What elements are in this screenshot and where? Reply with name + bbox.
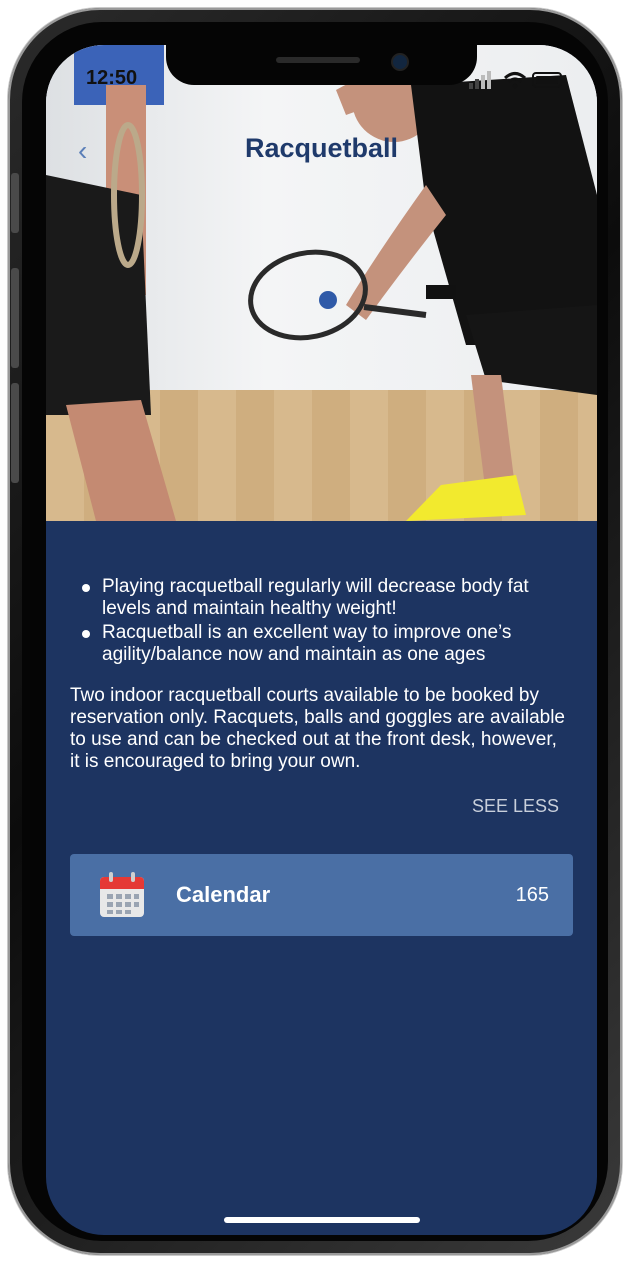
home-indicator[interactable] — [224, 1217, 420, 1223]
volume-up-button — [11, 268, 19, 368]
calendar-label: Calendar — [176, 882, 271, 907]
calendar-count: 165 — [515, 884, 549, 906]
wifi-icon — [503, 72, 527, 89]
bullet-list: Playing racquetball regularly will decre… — [82, 576, 572, 668]
bullet-dot-icon — [82, 584, 90, 592]
mute-switch — [11, 173, 19, 233]
status-icons — [469, 71, 565, 89]
bullet-text: Racquetball is an excellent way to impro… — [102, 622, 512, 665]
see-less-link[interactable]: SEE LESS — [472, 796, 559, 817]
list-item: Racquetball is an excellent way to impro… — [82, 622, 572, 666]
notch — [166, 45, 477, 85]
camera-lens — [391, 53, 409, 71]
list-item: Playing racquetball regularly will decre… — [82, 576, 572, 620]
hero-image: 12:50 ‹ Racquetball — [46, 45, 597, 521]
speaker-grille — [276, 57, 360, 63]
calendar-icon — [100, 872, 144, 917]
bullet-text: Playing racquetball regularly will decre… — [102, 576, 529, 619]
description-text: Two indoor racquetball courts available … — [70, 685, 566, 772]
players-illustration — [46, 45, 597, 521]
volume-down-button — [11, 383, 19, 483]
signal-icon — [469, 71, 491, 89]
calendar-button[interactable]: Calendar 165 — [70, 854, 573, 936]
app-screen: 12:50 ‹ Racquetball Playing racquetball … — [46, 45, 597, 1235]
battery-icon — [532, 72, 565, 88]
page-title: Racquetball — [244, 133, 399, 163]
bullet-dot-icon — [82, 630, 90, 638]
status-time: 12:50 — [86, 67, 138, 89]
